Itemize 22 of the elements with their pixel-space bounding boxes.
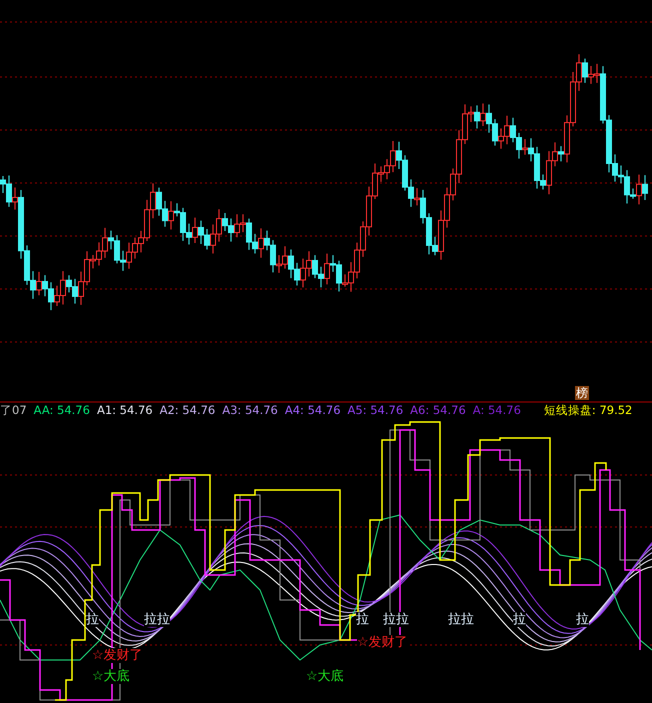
signal-label: ☆发财了 — [92, 648, 143, 663]
legend-value: A1: 54.76 — [96, 403, 153, 418]
signal-label: ☆大底 — [306, 669, 344, 684]
legend-value: A: 54.76 — [472, 403, 521, 418]
signal-label: 拉拉 — [144, 612, 170, 627]
signal-label: ☆大底 — [92, 669, 130, 684]
legend-value: A2: 54.76 — [160, 403, 216, 418]
signal-label: 拉拉 — [383, 612, 409, 627]
signal-label: 拉 — [356, 612, 369, 627]
summary-value: 短线操盘: 79.52 — [544, 403, 632, 418]
badge-label: 榜 — [575, 386, 589, 400]
legend-value: AA: 54.76 — [34, 403, 90, 418]
legend-value: A4: 54.76 — [284, 403, 341, 418]
signal-label: 拉拉 — [448, 612, 474, 627]
signal-label: 拉 — [576, 612, 589, 627]
legend-value: A6: 54.76 — [410, 403, 466, 418]
signal-label: 拉 — [513, 612, 526, 627]
signal-label: 拉 — [86, 612, 99, 627]
legend-value: 了07 — [0, 403, 27, 418]
signal-label: ☆发财了 — [357, 635, 408, 650]
legend-value: A3: 54.76 — [222, 403, 278, 418]
legend-value: A5: 54.76 — [348, 403, 404, 418]
